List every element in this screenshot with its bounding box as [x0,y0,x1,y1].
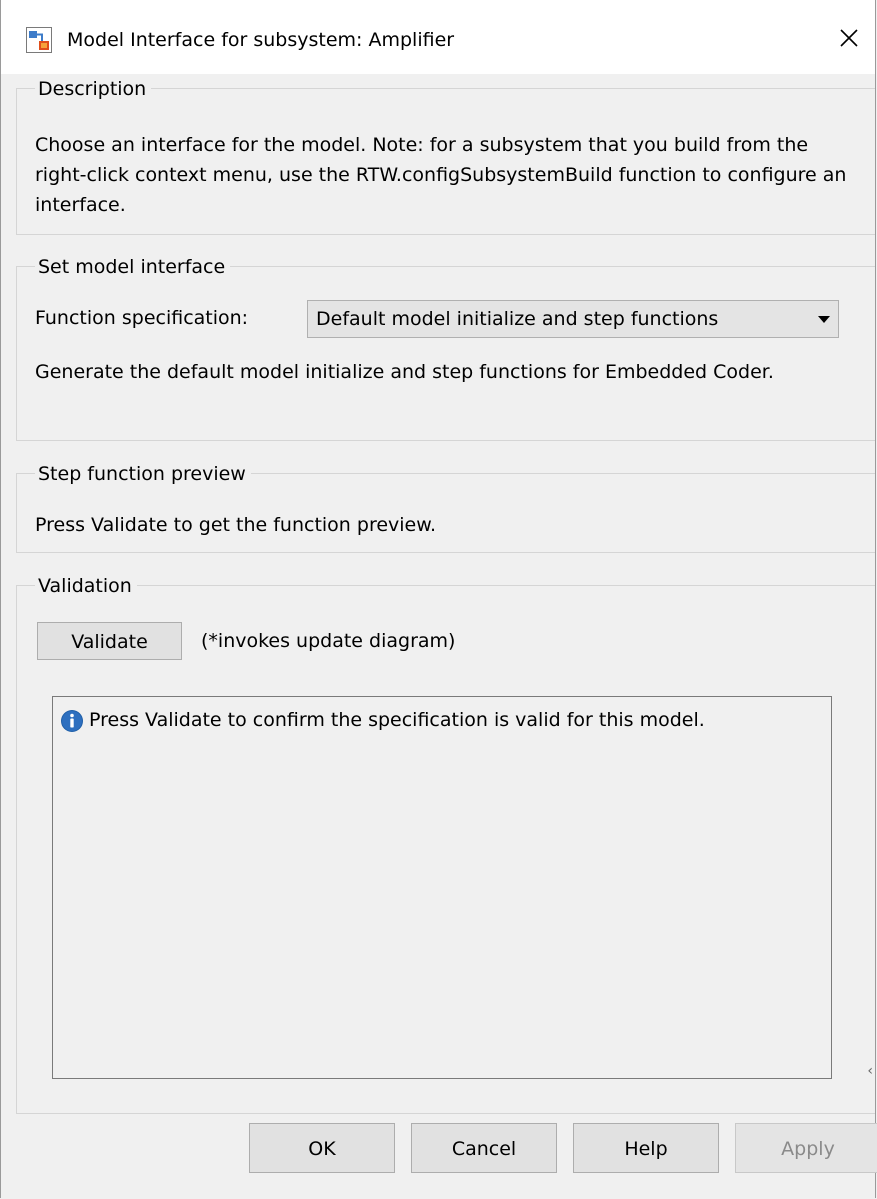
model-interface-dialog: Model Interface for subsystem: Amplifier… [0,0,877,1198]
description-title: Description [35,74,152,104]
dialog-content: Description Choose an interface for the … [1,74,875,1114]
function-spec-help: Generate the default model initialize an… [35,361,774,383]
ok-button[interactable]: OK [249,1123,395,1173]
validation-message-box: Press Validate to confirm the specificat… [52,696,832,1079]
cancel-button[interactable]: Cancel [411,1123,557,1173]
step-preview-group: Step function preview Press Validate to … [16,459,875,553]
help-button[interactable]: Help [573,1123,719,1173]
validation-title: Validation [35,571,137,601]
model-interface-group: Set model interface Function specificati… [16,252,875,441]
validation-message: Press Validate to confirm the specificat… [89,709,705,731]
function-spec-dropdown[interactable]: Default model initialize and step functi… [307,300,839,338]
window-title: Model Interface for subsystem: Amplifier [67,29,455,51]
validation-group: Validation Validate (*invokes update dia… [16,571,875,1114]
title-bar: Model Interface for subsystem: Amplifier [1,0,875,74]
function-spec-label: Function specification: [35,307,249,329]
step-preview-title: Step function preview [35,459,251,489]
step-preview-text: Press Validate to get the function previ… [35,514,437,536]
validate-button[interactable]: Validate [37,622,182,660]
resize-handle-icon[interactable]: ‹ [867,1063,873,1079]
simulink-model-icon [26,27,52,53]
validate-note: (*invokes update diagram) [201,630,456,652]
description-group: Description Choose an interface for the … [16,74,875,235]
model-interface-title: Set model interface [35,252,231,282]
description-text: Choose an interface for the model. Note:… [35,134,847,216]
function-spec-value: Default model initialize and step functi… [316,308,719,330]
chevron-down-icon [818,316,830,323]
close-icon[interactable] [831,20,867,56]
apply-button[interactable]: Apply [735,1123,877,1173]
